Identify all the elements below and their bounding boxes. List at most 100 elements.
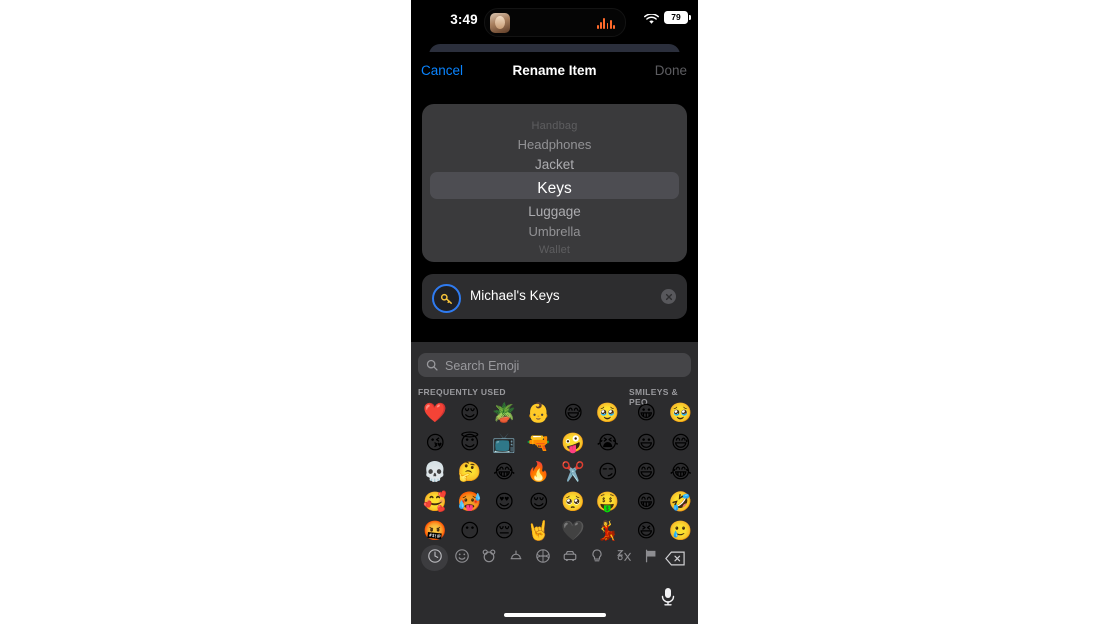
status-bar: 3:49 79 bbox=[411, 0, 698, 42]
emoji-cell[interactable]: 😅 bbox=[556, 399, 591, 429]
emoji-cell[interactable]: 😏 bbox=[591, 458, 626, 488]
battery-level-label: 79 bbox=[671, 12, 681, 23]
done-button[interactable]: Done bbox=[655, 63, 687, 78]
emoji-cell[interactable]: 🤔 bbox=[453, 458, 488, 488]
rename-item-sheet: Cancel Rename Item Done Handbag Headphon… bbox=[411, 52, 698, 342]
phone-screen: 3:49 79 Cancel Rename Item Done Handbag … bbox=[411, 0, 698, 624]
emoji-cell[interactable]: 😍 bbox=[487, 488, 522, 518]
food-category[interactable] bbox=[502, 545, 529, 571]
emoji-cell[interactable]: 😃 bbox=[629, 429, 664, 459]
emoji-group-smileys-people: 😀 🥹 😃 😅 😄 😂 😁 🤣 😆 🥲 bbox=[629, 399, 698, 546]
ball-icon bbox=[535, 548, 551, 569]
clock-icon bbox=[427, 548, 443, 569]
dynamic-island[interactable] bbox=[484, 8, 626, 37]
emoji-cell[interactable]: 😂 bbox=[487, 458, 522, 488]
item-type-picker[interactable]: Handbag Headphones Jacket Keys Luggage U… bbox=[422, 104, 687, 262]
bear-icon bbox=[481, 548, 497, 569]
picker-item[interactable]: Jacket bbox=[422, 155, 687, 175]
backspace-icon[interactable] bbox=[664, 547, 686, 569]
item-name-value[interactable]: Michael's Keys bbox=[470, 288, 560, 303]
emoji-cell[interactable]: 🖤 bbox=[556, 517, 591, 546]
emoji-group-frequently-used: ❤️ 😌 🪴 👶 😅 🥹 😘 😇 📺 🔫 🤪 😭 💀 🤔 😂 🔥 ✂️ 😏 🥰 🥵 😍 😌 🥺 🤑 🤬 😶 😔 🤘 🖤 💃 bbox=[418, 399, 625, 546]
screenshot-canvas: 3:49 79 Cancel Rename Item Done Handbag … bbox=[0, 0, 1110, 624]
lightbulb-icon bbox=[589, 548, 605, 569]
emoji-cell[interactable]: 🥰 bbox=[418, 488, 453, 518]
emoji-cell[interactable]: 😄 bbox=[629, 458, 664, 488]
status-bar-indicators: 79 bbox=[644, 11, 691, 24]
emoji-grid-scroll[interactable]: ❤️ 😌 🪴 👶 😅 🥹 😘 😇 📺 🔫 🤪 😭 💀 🤔 😂 🔥 ✂️ 😏 🥰 🥵 😍 😌 🥺 🤑 🤬 😶 😔 🤘 🖤 💃 😀 🥹 😃 😅 😄 😂 😁… bbox=[411, 399, 698, 546]
picker-item-selected[interactable]: Keys bbox=[422, 175, 687, 202]
emoji-cell[interactable]: 😭 bbox=[591, 429, 626, 459]
symbols-icon bbox=[616, 548, 632, 569]
emoji-search-wrapper: Search Emoji bbox=[418, 353, 691, 377]
recents-category[interactable] bbox=[421, 545, 448, 571]
picker-item[interactable]: Handbag bbox=[422, 117, 687, 135]
emoji-cell[interactable]: 😀 bbox=[629, 399, 664, 429]
emoji-category-row bbox=[421, 545, 664, 571]
emoji-cell[interactable]: 🤪 bbox=[556, 429, 591, 459]
audio-waveform-icon bbox=[596, 17, 615, 29]
emoji-cell[interactable]: 😅 bbox=[664, 429, 699, 459]
emoji-cell[interactable]: 🥹 bbox=[664, 399, 699, 429]
emoji-cell[interactable]: 📺 bbox=[487, 429, 522, 459]
symbols-category[interactable] bbox=[610, 545, 637, 571]
search-placeholder: Search Emoji bbox=[445, 358, 520, 373]
emoji-cell[interactable]: 💃 bbox=[591, 517, 626, 546]
emoji-cell[interactable]: 😶 bbox=[453, 517, 488, 546]
car-icon bbox=[562, 548, 578, 569]
picker-item[interactable]: Wallet bbox=[422, 242, 687, 258]
battery-indicator: 79 bbox=[664, 11, 691, 24]
emoji-cell[interactable]: 😁 bbox=[629, 488, 664, 518]
animals-category[interactable] bbox=[475, 545, 502, 571]
emoji-cell[interactable]: 😘 bbox=[418, 429, 453, 459]
emoji-cell[interactable]: 🤑 bbox=[591, 488, 626, 518]
emoji-cell[interactable]: 🥺 bbox=[556, 488, 591, 518]
activity-category[interactable] bbox=[529, 545, 556, 571]
flags-category[interactable] bbox=[637, 545, 664, 571]
sheet-nav-bar: Cancel Rename Item Done bbox=[411, 52, 698, 90]
emoji-cell[interactable]: 🥲 bbox=[664, 517, 699, 546]
emoji-cell[interactable]: 🔫 bbox=[522, 429, 557, 459]
wifi-icon bbox=[644, 12, 659, 24]
microphone-icon[interactable] bbox=[660, 587, 676, 607]
album-art-avatar bbox=[490, 12, 510, 33]
flag-icon bbox=[643, 548, 659, 569]
key-icon bbox=[432, 284, 461, 313]
smileys-category[interactable] bbox=[448, 545, 475, 571]
emoji-cell[interactable]: 😌 bbox=[453, 399, 488, 429]
objects-category[interactable] bbox=[583, 545, 610, 571]
search-icon bbox=[426, 358, 438, 376]
emoji-cell[interactable]: 🪴 bbox=[487, 399, 522, 429]
emoji-cell[interactable]: 🤣 bbox=[664, 488, 699, 518]
emoji-cell[interactable]: ✂️ bbox=[556, 458, 591, 488]
picker-item[interactable]: Luggage bbox=[422, 202, 687, 222]
search-input[interactable]: Search Emoji bbox=[418, 353, 691, 377]
emoji-category-bar bbox=[411, 545, 698, 573]
emoji-cell[interactable]: 🥹 bbox=[591, 399, 626, 429]
status-bar-time: 3:49 bbox=[450, 12, 478, 27]
picker-item[interactable]: Umbrella bbox=[422, 222, 687, 242]
emoji-cell[interactable]: 😇 bbox=[453, 429, 488, 459]
emoji-cell[interactable]: ❤️ bbox=[418, 399, 453, 429]
food-icon bbox=[508, 548, 524, 569]
emoji-cell[interactable]: 😂 bbox=[664, 458, 699, 488]
emoji-grid: ❤️ 😌 🪴 👶 😅 🥹 😘 😇 📺 🔫 🤪 😭 💀 🤔 😂 🔥 ✂️ 😏 🥰 🥵 😍 😌 🥺 🤑 🤬 😶 😔 🤘 🖤 💃 😀 🥹 😃 😅 😄 😂 😁… bbox=[418, 399, 698, 546]
emoji-cell[interactable]: 💀 bbox=[418, 458, 453, 488]
emoji-cell[interactable]: 😆 bbox=[629, 517, 664, 546]
emoji-cell[interactable]: 🤬 bbox=[418, 517, 453, 546]
travel-category[interactable] bbox=[556, 545, 583, 571]
emoji-cell[interactable]: 😔 bbox=[487, 517, 522, 546]
item-name-field[interactable]: Michael's Keys bbox=[422, 274, 687, 319]
emoji-cell[interactable]: 🥵 bbox=[453, 488, 488, 518]
emoji-cell[interactable]: 👶 bbox=[522, 399, 557, 429]
emoji-cell[interactable]: 🤘 bbox=[522, 517, 557, 546]
home-indicator bbox=[503, 613, 606, 617]
section-header-frequently-used: FREQUENTLY USED bbox=[418, 387, 506, 397]
picker-item[interactable]: Headphones bbox=[422, 135, 687, 155]
smiley-icon bbox=[454, 548, 470, 569]
emoji-cell[interactable]: 🔥 bbox=[522, 458, 557, 488]
picker-item-list: Handbag Headphones Jacket Keys Luggage U… bbox=[422, 104, 687, 258]
emoji-cell[interactable]: 😌 bbox=[522, 488, 557, 518]
emoji-keyboard: Search Emoji FREQUENTLY USED SMILEYS & P… bbox=[411, 342, 698, 624]
clear-icon[interactable] bbox=[661, 289, 676, 304]
